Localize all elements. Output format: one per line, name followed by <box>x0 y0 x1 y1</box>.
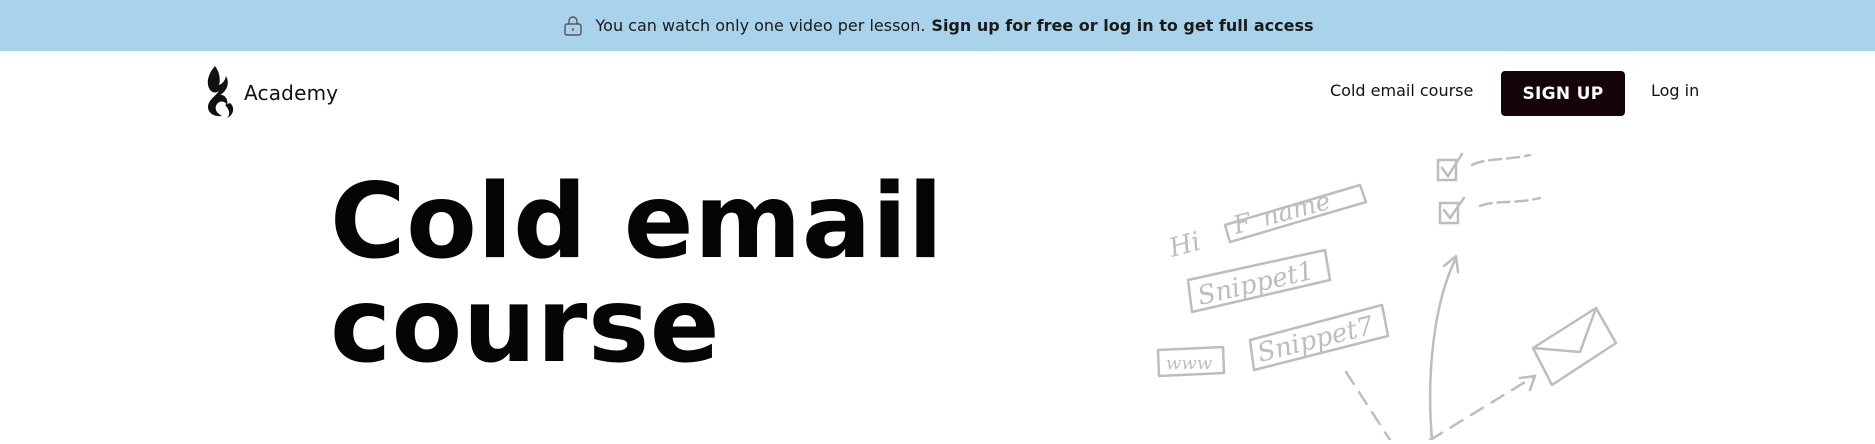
signup-button[interactable]: SIGN UP <box>1501 71 1625 116</box>
title-line-2: course <box>330 266 721 386</box>
site-header: Academy Cold email course SIGN UP Log in <box>0 51 1875 131</box>
academy-logo[interactable]: Academy <box>203 65 338 121</box>
snippet7-text: Snippet7 <box>1254 311 1377 369</box>
checkbox-icon <box>1436 152 1464 182</box>
page-title: Cold email course <box>330 170 1010 378</box>
lock-icon <box>562 15 584 37</box>
signup-login-link[interactable]: Sign up for free or log in to get full a… <box>931 16 1313 35</box>
logo-text: Academy <box>244 81 339 105</box>
email-sketch-illustration: Hi F_name Snippet1 Snippet7 www <box>1150 140 1620 442</box>
www-text: www <box>1166 353 1213 374</box>
fname-text: F_name <box>1229 186 1333 240</box>
nav-cold-email-course[interactable]: Cold email course <box>1330 81 1473 100</box>
checkbox-icon <box>1438 196 1466 225</box>
login-link[interactable]: Log in <box>1651 81 1699 100</box>
access-banner: You can watch only one video per lesson.… <box>0 0 1875 51</box>
envelope-icon <box>1531 306 1618 387</box>
banner-message: You can watch only one video per lesson. <box>595 16 926 35</box>
greeting-text: Hi <box>1165 227 1204 264</box>
flame-logo-icon <box>203 63 237 123</box>
title-line-1: Cold email <box>330 162 944 282</box>
